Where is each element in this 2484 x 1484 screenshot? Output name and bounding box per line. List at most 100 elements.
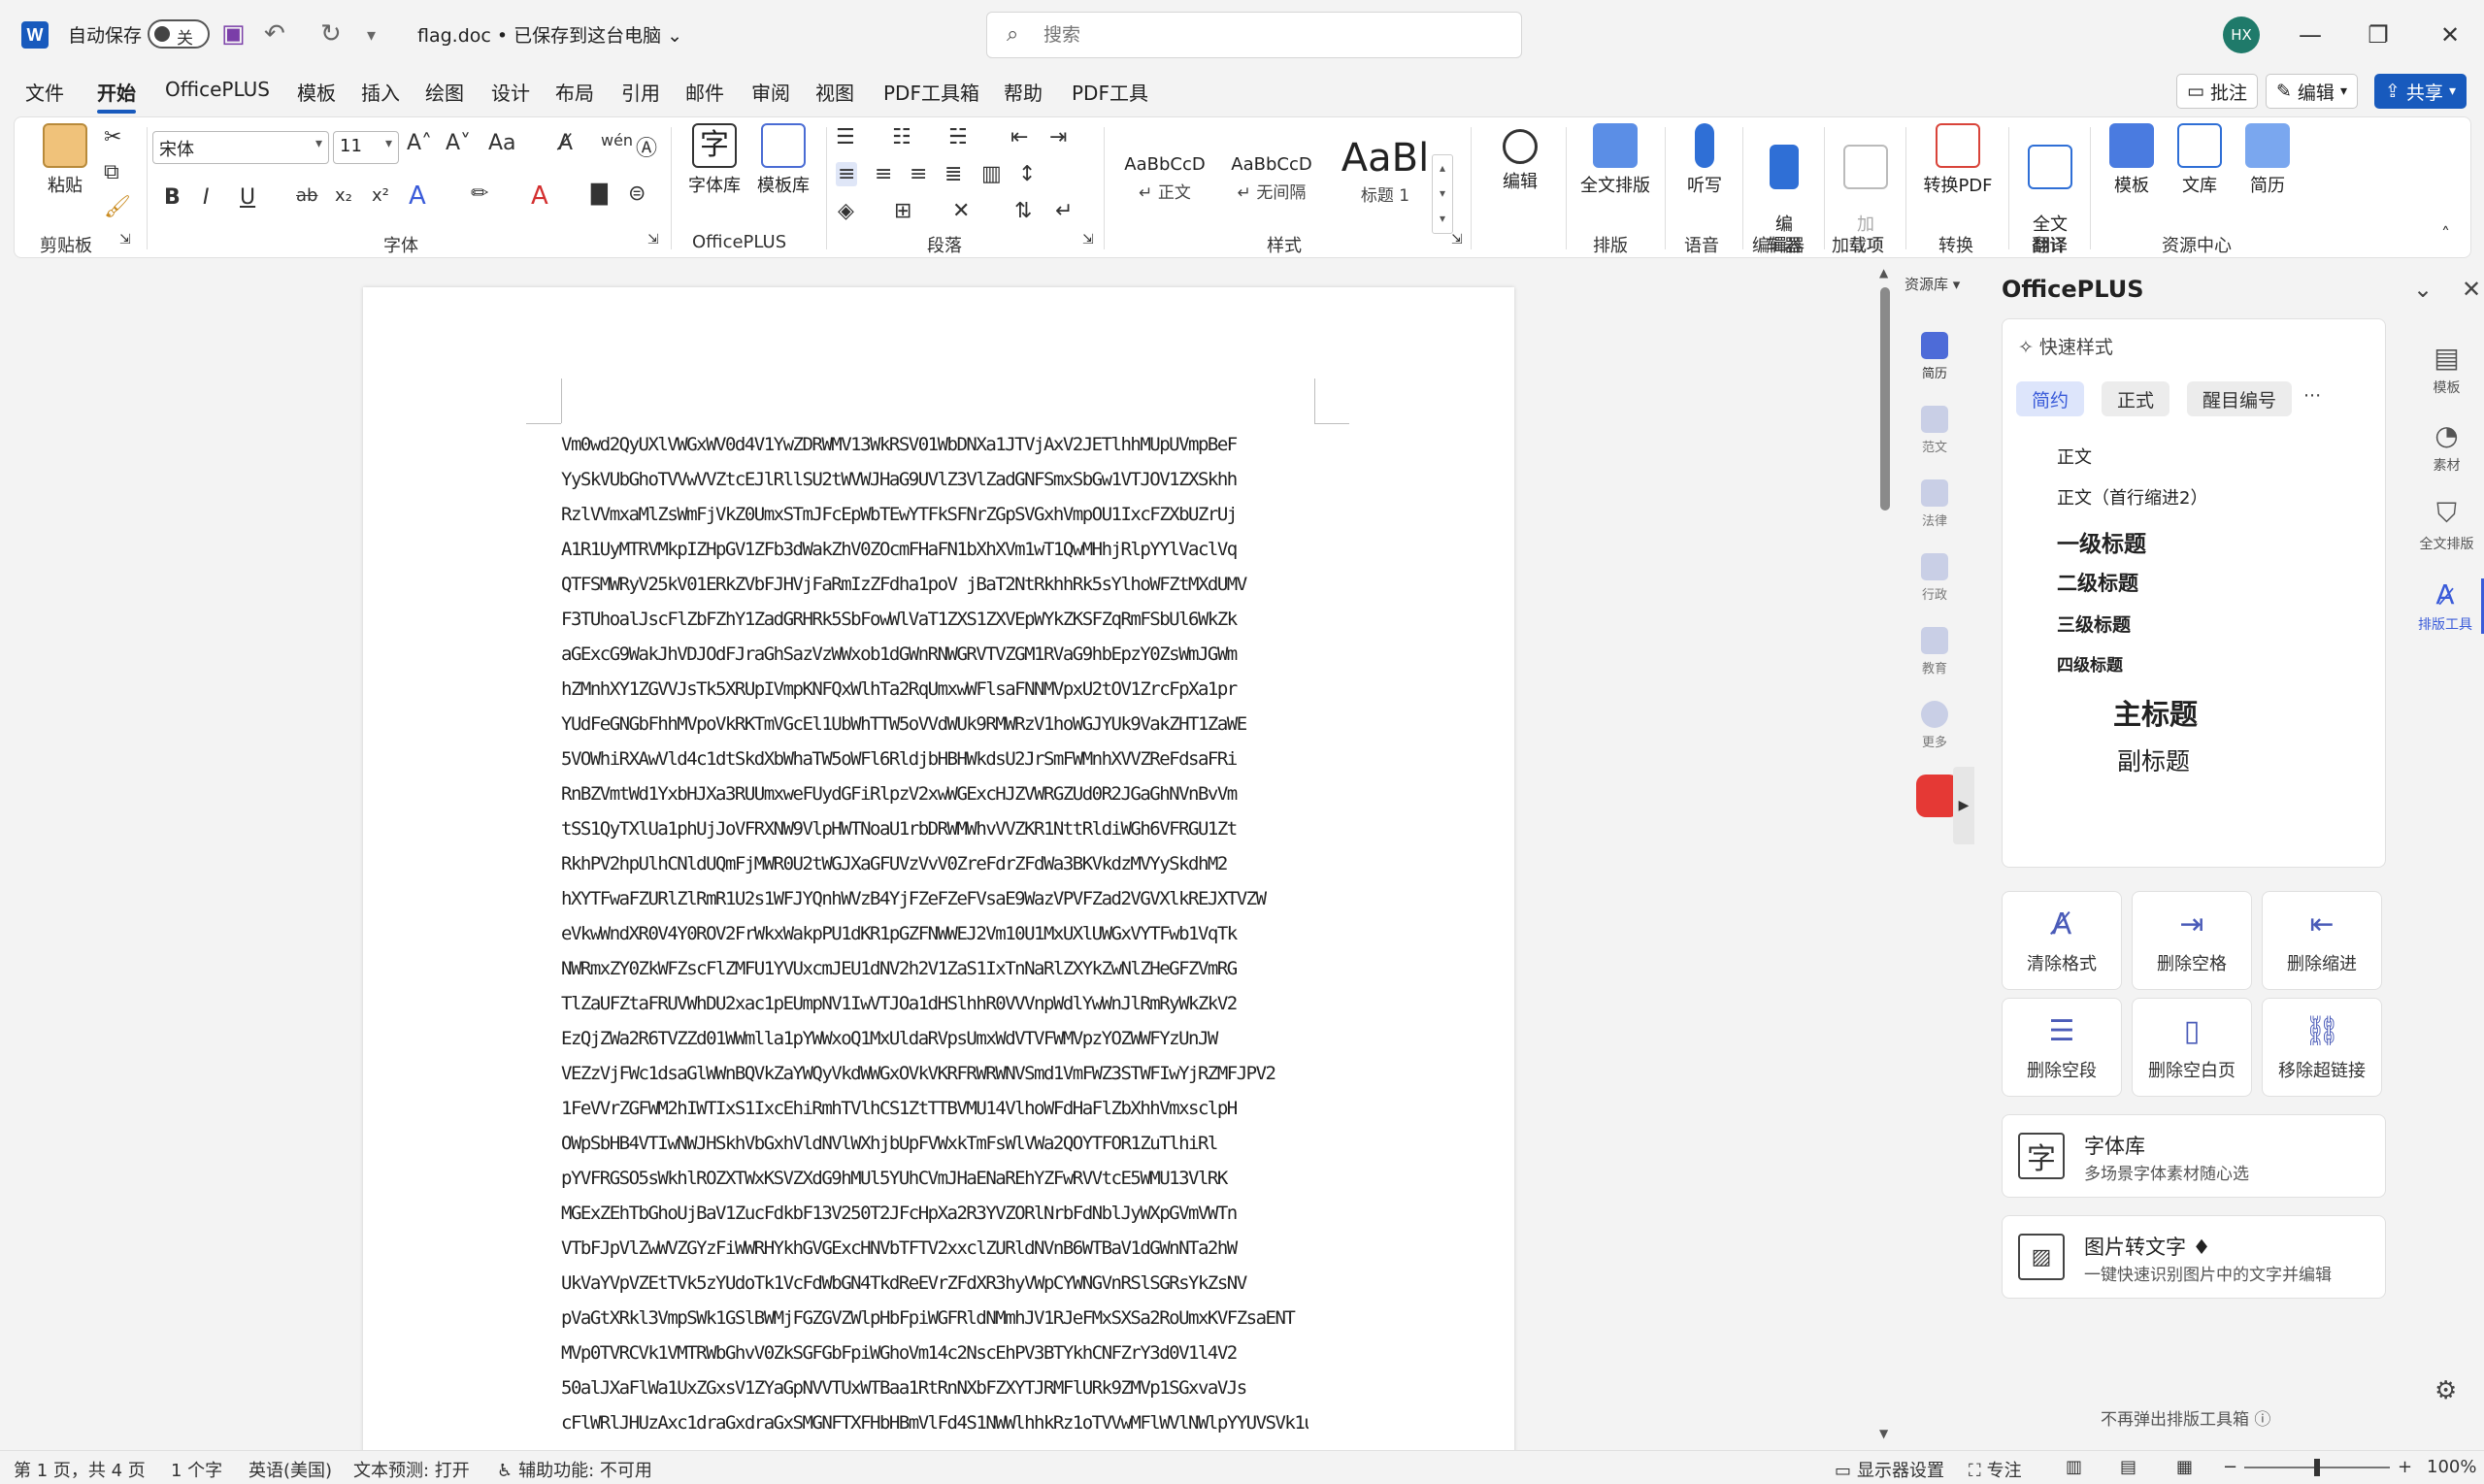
side-tab-material[interactable]: ◔ 素材 [2409,419,2484,475]
close-button[interactable]: ✕ [2429,14,2471,56]
change-case-button[interactable]: Aa [488,131,516,155]
style-normal[interactable]: AaBbCcD ↵ 正文 [1111,131,1218,203]
document-line[interactable]: hZMnhXY1ZGVVJsTk5XRUpIVmpKNFQxWlhTa2RqUm… [561,672,1308,707]
show-marks-icon[interactable]: ↵ [1055,199,1073,223]
tab-template[interactable]: 模板 [297,78,336,106]
minimize-button[interactable]: — [2289,14,2332,56]
numbering-icon[interactable]: ☷ [892,125,911,149]
document-line[interactable]: VEZzVjFWc1dsaGlWWnBQVkZaYWQyVkdWWGxOVkVK… [561,1056,1308,1091]
document-line[interactable]: 50alJXaFlWa1UxZGxsV1ZYaGpNVVTUxWTBaa1RtR… [561,1370,1308,1405]
document-body[interactable]: Vm0wd2QyUXlVWGxWV0d4V1YwZDRWMV13WkRSV01W… [561,427,1308,1440]
document-line[interactable]: VTbFJpVlZwWVZGYzFiWWRHYkhGVGExcHNVbTFTV2… [561,1231,1308,1266]
status-page-count[interactable]: 第 1 页，共 4 页 [14,1457,146,1482]
increase-indent-icon[interactable]: ⇥ [1049,125,1067,149]
status-accessibility[interactable]: ♿ 辅助功能: 不可用 [497,1457,652,1482]
more-styles-icon[interactable]: ··· [2303,385,2321,407]
delete-blank-page-button[interactable]: ▯ 删除空白页 [2132,998,2252,1097]
highlight-icon[interactable]: ✏ [471,181,488,206]
align-left-icon[interactable]: ≡ [836,162,858,186]
document-line[interactable]: TlZaUFZtaFRUVWhDU2xac1pEUmpNV1IwVTJOa1dH… [561,986,1308,1021]
sort-icon[interactable]: ⇅ [1014,199,1032,223]
style-option-heading-1[interactable]: 一级标题 [2057,525,2146,558]
status-word-count[interactable]: 1 个字 [171,1457,222,1482]
font-library-card[interactable]: 字 字体库 多场景字体素材随心选 [2002,1114,2386,1198]
tab-view[interactable]: 视图 [815,78,854,106]
template-button[interactable]: 模板 [2098,123,2166,197]
settings-gear-icon[interactable]: ⚙ [2434,1376,2457,1405]
font-name-select[interactable]: 宋体 ▾ [152,131,329,164]
document-line[interactable]: RkhPV2hpUlhCNldUQmFjMWR0U2tWGJXaGFUVzVvV… [561,846,1308,881]
tab-design[interactable]: 设计 [491,78,530,106]
tab-file[interactable]: 文件 [25,78,64,106]
tab-pdf-toolbox[interactable]: PDF工具箱 [883,78,979,106]
document-line[interactable]: hXYTFwaFZURlZlRmR1U2s1WFJYQnhWVzB4YjFZeF… [561,881,1308,916]
document-line[interactable]: UkVaYVpVZEtTVk5zYUdoTk1VcFdWbGN4TkdReEVr… [561,1266,1308,1301]
strikethrough-button[interactable]: ab [296,185,317,206]
document-line[interactable]: OWpSbHB4VTIwNWJHSkhVbGxhVldNVlWXhjbUpFVW… [561,1126,1308,1161]
document-line[interactable]: QTFSMWRyV25kV01ERkZVbFJHVjFaRmIzZFdha1po… [561,567,1308,602]
search-box[interactable]: ⌕ [986,12,1522,58]
resource-strip-header[interactable]: 资源库 ▾ [1904,274,1960,294]
bold-button[interactable]: B [164,185,181,210]
paragraph-launcher-icon[interactable]: ⇲ [1082,232,1094,247]
zoom-out-icon[interactable]: − [2223,1457,2237,1477]
font-size-select[interactable]: 11 ▾ [333,131,399,164]
status-language[interactable]: 英语(美国) [248,1457,332,1482]
status-text-prediction[interactable]: 文本预测: 打开 [353,1457,470,1482]
style-option-title[interactable]: 主标题 [2113,692,2198,733]
scroll-up-icon[interactable]: ▲ [1879,266,1888,280]
document-line[interactable]: EzQjZWa2R6TVZZd01WWmlla1pYWWxoQ1MxUldaRV… [561,1021,1308,1056]
document-line[interactable]: F3TUhoalJscFlZbFZhY1ZadGRHRk5SbFowWlVaT1… [561,602,1308,637]
font-launcher-icon[interactable]: ⇲ [647,232,659,247]
dictate-button[interactable]: 听写 [1671,123,1739,197]
styles-launcher-icon[interactable]: ⇲ [1451,232,1463,247]
disable-popup-link[interactable]: 不再弹出排版工具箱 ⓘ [2101,1405,2270,1430]
document-line[interactable]: aGExcG9WakJhVDJOdFJraGhSazVzWWxob1dGWnRN… [561,637,1308,672]
side-tab-template[interactable]: ▤ 模板 [2409,342,2484,397]
delete-empty-paragraphs-button[interactable]: ☰ 删除空段 [2002,998,2122,1097]
side-tab-layout-tools[interactable]: A̷ 排版工具 [2409,578,2484,634]
search-input[interactable] [1043,20,1490,49]
document-page[interactable]: Vm0wd2QyUXlVWGxWV0d4V1YwZDRWMV13WkRSV01W… [363,287,1514,1471]
remove-hyperlinks-button[interactable]: ⛓ 移除超链接 [2262,998,2382,1097]
customize-quick-access-icon[interactable]: ▾ [367,25,376,46]
text-effects-icon[interactable]: A [409,181,426,211]
convert-pdf-button[interactable]: 转换PDF [1911,123,2004,197]
web-layout-icon[interactable]: ▦ [2176,1457,2193,1477]
document-line[interactable]: pYVFRGSO5sWkhlROZXTWxKSVZXdG9hMUl5YUhCVm… [561,1161,1308,1196]
document-line[interactable]: eVkwWndXR0V4Y0ROV2FrWkxWakpPU1dKR1pGZFNW… [561,916,1308,951]
align-center-icon[interactable]: ≡ [875,162,892,186]
style-heading-1[interactable]: AaBl 标题 1 [1327,131,1443,206]
clipboard-launcher-icon[interactable]: ⇲ [119,232,131,247]
font-color-icon[interactable]: A [531,181,548,211]
styles-scroll[interactable]: ▴ ▾ ▾ [1432,154,1453,234]
resource-item-essay[interactable]: 范文 [1903,406,1967,455]
scroll-thumb[interactable] [1880,287,1890,511]
superscript-button[interactable]: x² [372,185,389,206]
document-line[interactable]: RnBZVmtWd1YxbHJXa3RUUmxweFUydGFiRlpzV2xw… [561,776,1308,811]
document-line[interactable]: RzlVVmxaMlZsWmFjVkZ0UmxSTmJFcEpWbTEwYTFk… [561,497,1308,532]
subscript-button[interactable]: x₂ [335,185,352,206]
style-option-heading-4[interactable]: 四级标题 [2057,651,2123,676]
library-button[interactable]: 文库 [2166,123,2234,197]
document-line[interactable]: cFlWRlJHUzAxc1draGxdraGxSMGNFTXFHbHBmVlF… [561,1405,1308,1440]
delete-indent-button[interactable]: ⇤ 删除缩进 [2262,891,2382,990]
expand-pane-icon[interactable]: ▶ [1953,767,1974,844]
borders-icon[interactable]: ⊞ [894,199,911,223]
resource-item-admin[interactable]: 行政 [1903,553,1967,603]
tab-insert[interactable]: 插入 [361,78,400,106]
resource-item-resume[interactable]: 简历 [1903,332,1967,381]
style-option-heading-2[interactable]: 二级标题 [2057,568,2138,597]
distributed-icon[interactable]: ▥ [981,162,1002,186]
clear-formatting-icon[interactable]: A̸ [558,131,573,155]
underline-button[interactable]: U [240,185,255,210]
style-option-heading-3[interactable]: 三级标题 [2057,610,2131,637]
document-line[interactable]: Vm0wd2QyUXlVWGxWV0d4V1YwZDRWMV13WkRSV01W… [561,427,1308,462]
style-chip-formal[interactable]: 正式 [2102,381,2170,416]
tab-references[interactable]: 引用 [621,78,660,106]
bullets-icon[interactable]: ☰ [836,125,855,149]
shrink-font-icon[interactable]: A˅ [446,131,471,155]
save-icon[interactable]: ▣ [221,19,246,49]
comment-button[interactable]: ▭ 批注 [2176,74,2258,109]
read-mode-icon[interactable]: ▥ [2066,1457,2082,1477]
